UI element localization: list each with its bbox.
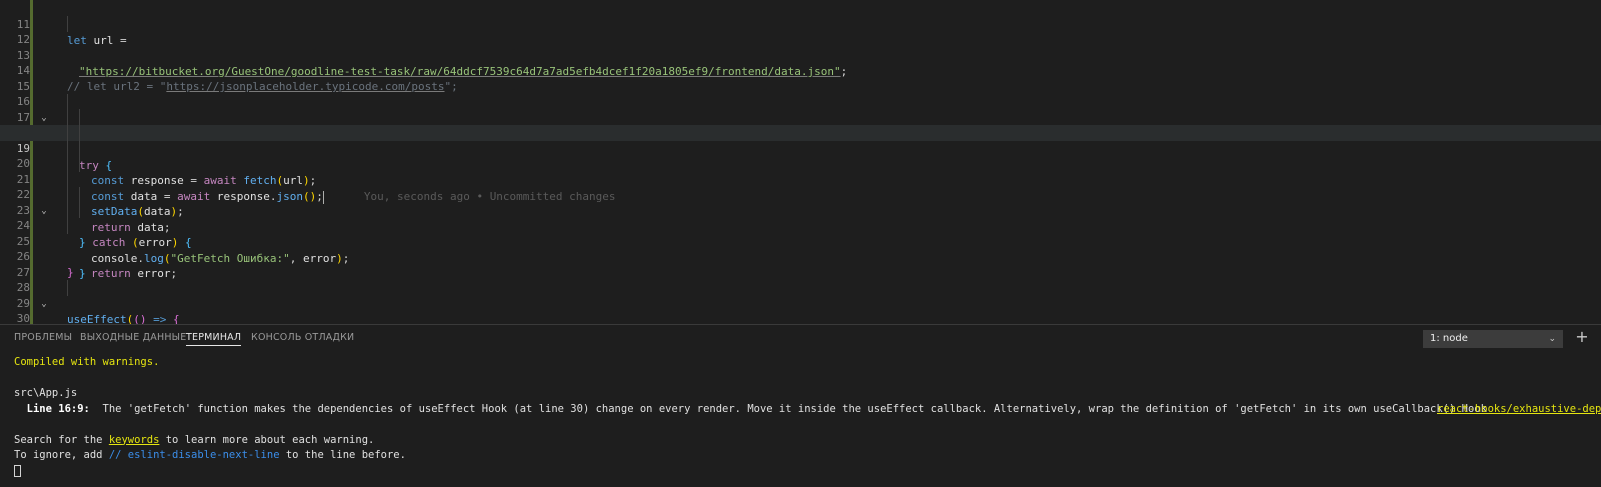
chevron-down-icon: ⌄: [1548, 334, 1556, 344]
code-line[interactable]: 13: [0, 32, 1601, 62]
code-line[interactable]: 25 }: [0, 218, 1601, 280]
eslint-rule-link[interactable]: react-hooks/exhaustive-deps: [1437, 402, 1601, 418]
code-line[interactable]: 24 return error;: [0, 202, 1601, 280]
tab-terminal[interactable]: ТЕРМИНАЛ: [186, 330, 242, 346]
terminal-output[interactable]: Compiled with warnings. src\App.js Line …: [14, 355, 1601, 479]
code-line[interactable]: 30 }, [getFetch]);: [0, 295, 1601, 324]
code-line[interactable]: 23 console.log("GetFetch Ошибка:", error…: [0, 187, 1601, 265]
search-hint: Search for the keywords to learn more ab…: [14, 433, 375, 446]
warning-message: The 'getFetch' function makes the depend…: [89, 402, 1487, 415]
code-editor[interactable]: 11 let url = 12 "https://bitbucket.org/G…: [0, 0, 1601, 324]
code-line[interactable]: 14 // let url2 = "https://jsonplaceholde…: [0, 47, 1601, 93]
code-line[interactable]: 29 getFetch();: [0, 280, 1601, 310]
code-line[interactable]: 26 }: [0, 233, 1601, 279]
ignore-hint: To ignore, add // eslint-disable-next-li…: [14, 449, 406, 461]
keywords-link[interactable]: keywords: [109, 434, 160, 446]
eslint-disable-code: // eslint-disable-next-line: [108, 449, 280, 461]
code-line[interactable]: 20 setData(data);: [0, 140, 1601, 218]
code-line[interactable]: 18 const response = await fetch(url);: [0, 109, 1601, 187]
terminal-cursor: [14, 464, 21, 477]
new-terminal-button[interactable]: +: [1573, 328, 1591, 346]
warning-location: Line 16:9:: [26, 402, 90, 415]
bottom-panel: ПРОБЛЕМЫ ВЫХОДНЫЕ ДАННЫЕ ТЕРМИНАЛ КОНСОЛ…: [0, 324, 1601, 487]
compile-status: Compiled with warnings.: [14, 356, 160, 368]
tab-problems[interactable]: ПРОБЛЕМЫ: [14, 330, 72, 346]
code-line[interactable]: 11 let url =: [0, 1, 1601, 47]
code-line[interactable]: 28 ⌄ useEffect(() => {: [0, 264, 1601, 324]
terminal-select-value: 1: node: [1430, 333, 1468, 344]
panel-tabs: ПРОБЛЕМЫ ВЫХОДНЫЕ ДАННЫЕ ТЕРМИНАЛ КОНСОЛ…: [0, 325, 1601, 351]
warning-line: Line 16:9: The 'getFetch' function makes…: [14, 402, 1601, 418]
code-line[interactable]: 21 return data;: [0, 156, 1601, 234]
code-line-current[interactable]: 19 const data = await response.json(); Yo…: [0, 125, 1601, 204]
warning-file: src\App.js: [14, 387, 78, 399]
code-line[interactable]: 16 ⌄ const getFetch = async () => {: [0, 78, 1601, 140]
code-line[interactable]: 12 "https://bitbucket.org/GuestOne/goodl…: [0, 16, 1601, 78]
code-line[interactable]: 15: [0, 63, 1601, 93]
code-line[interactable]: 22 ⌄ } catch (error) {: [0, 171, 1601, 249]
code-line[interactable]: 31: [0, 311, 1601, 324]
tab-output[interactable]: ВЫХОДНЫЕ ДАННЫЕ: [80, 330, 186, 346]
code-line[interactable]: 27: [0, 249, 1601, 279]
terminal-select[interactable]: 1: node ⌄: [1423, 330, 1563, 348]
code-line[interactable]: 17 ⌄ try {: [0, 94, 1601, 172]
tab-debug-console[interactable]: КОНСОЛЬ ОТЛАДКИ: [251, 330, 354, 346]
